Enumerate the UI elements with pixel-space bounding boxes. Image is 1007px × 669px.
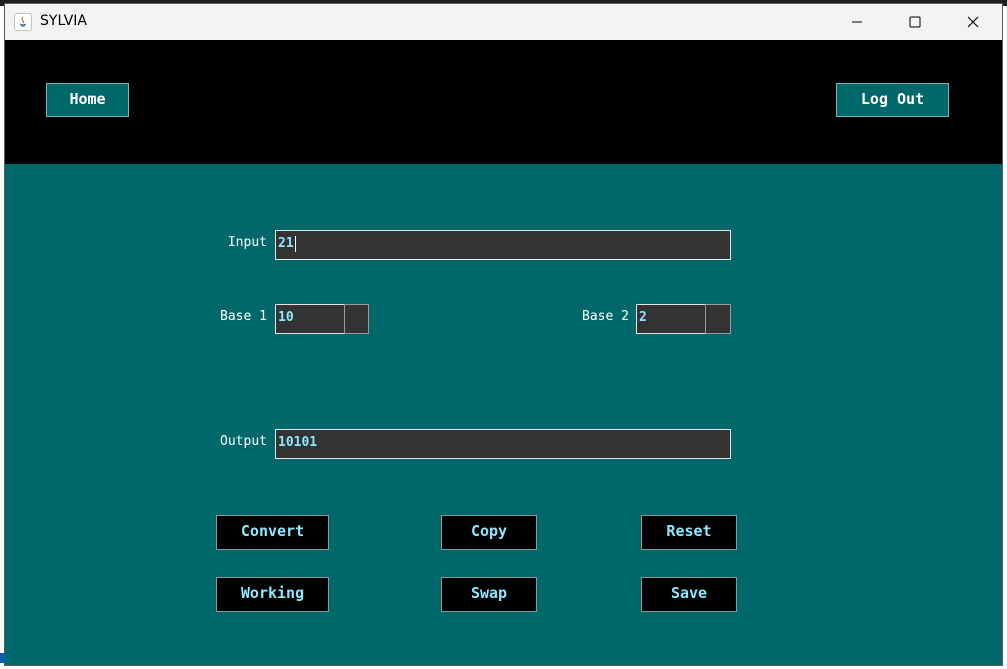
swap-button[interactable]: Swap [441,577,537,612]
taskbar-edge [0,653,6,663]
maximize-button[interactable] [886,4,944,40]
close-button[interactable] [944,4,1002,40]
base2-spinner-field[interactable]: 2 [636,304,706,334]
text-caret [294,235,296,252]
close-icon [967,16,979,28]
base2-spinner-arrows[interactable] [705,304,731,334]
input-label: Input [227,235,267,250]
maximize-icon [909,16,921,28]
base1-spinner-arrows[interactable] [344,304,369,334]
output-label: Output [220,434,267,449]
save-button[interactable]: Save [641,577,737,612]
base2-value: 2 [639,310,647,325]
logout-button[interactable]: Log Out [836,83,949,117]
copy-button[interactable]: Copy [441,515,537,550]
base1-label: Base 1 [220,309,267,324]
home-button[interactable]: Home [46,83,129,117]
convert-button[interactable]: Convert [216,515,329,550]
base2-label: Base 2 [582,309,629,324]
window-title: SYLVIA [40,13,87,29]
output-field[interactable]: 10101 [275,429,731,459]
reset-button[interactable]: Reset [641,515,737,550]
title-bar: SYLVIA [5,4,1002,40]
minimize-button[interactable] [828,4,886,40]
output-value: 10101 [278,435,318,450]
app-window: SYLVIA Home Log Out Input 21 Base 1 10 B… [4,3,1003,666]
header-bar: Home Log Out [5,40,1002,164]
input-field[interactable]: 21 [275,230,731,260]
base1-value: 10 [278,310,294,325]
working-button[interactable]: Working [216,577,329,612]
input-value: 21 [278,236,294,251]
minimize-icon [852,21,862,23]
java-icon [14,13,32,31]
base1-spinner-field[interactable]: 10 [275,304,345,334]
